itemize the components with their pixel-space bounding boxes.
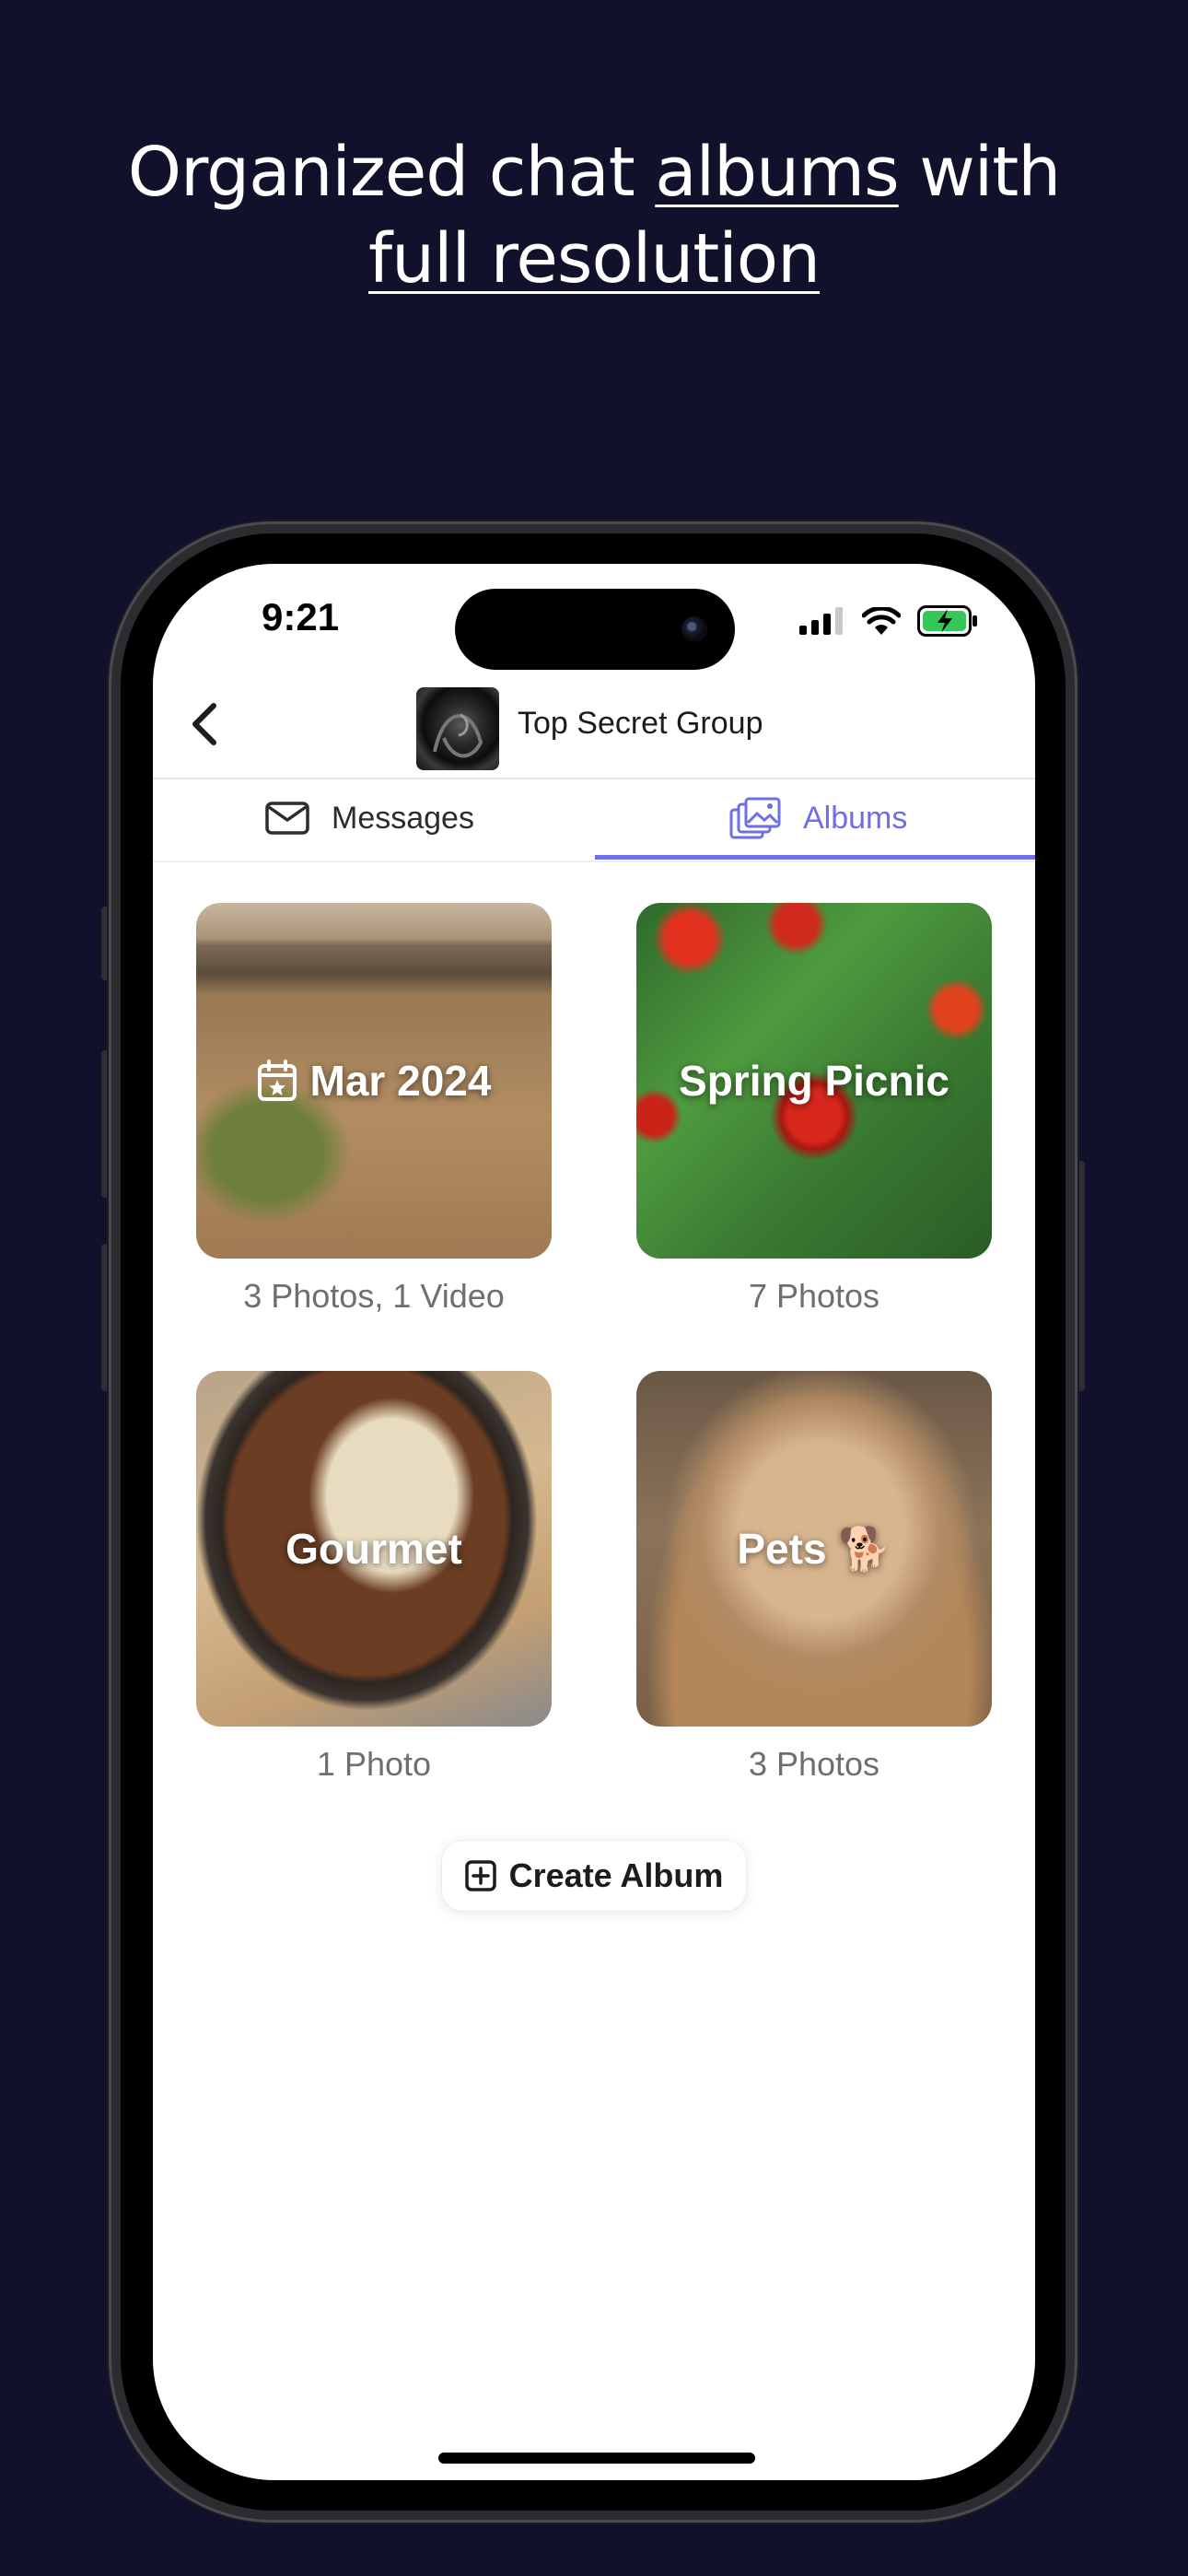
album-title: Spring Picnic: [679, 1057, 949, 1105]
photo-stack-icon: [729, 797, 781, 839]
status-time: 9:21: [262, 595, 340, 638]
group-title[interactable]: Top Secret Group: [518, 706, 763, 742]
headline-text-1: Organized chat: [127, 133, 656, 212]
marketing-headline: Organized chat albums with full resoluti…: [0, 129, 1188, 302]
wifi-icon: [862, 607, 901, 635]
phone-screen: 9:21 Top Secret Group Messages Albums Ma…: [153, 564, 1035, 2480]
album-title: Mar 2024: [309, 1057, 492, 1105]
create-album-label: Create Album: [508, 1856, 724, 1894]
album-count: 1 Photo: [316, 1745, 432, 1783]
dynamic-island: [455, 589, 735, 670]
album-thumbnail[interactable]: Spring Picnic: [636, 903, 992, 1259]
album-thumbnail[interactable]: Pets 🐕: [636, 1371, 992, 1727]
album-count: 3 Photos, 1 Video: [243, 1277, 505, 1315]
album-card[interactable]: Spring Picnic 7 Photos: [636, 903, 992, 1316]
headline-underlined-full-resolution: full resolution: [368, 219, 821, 299]
tab-messages-label: Messages: [332, 800, 474, 836]
avatar-art-icon: [433, 713, 483, 758]
home-indicator[interactable]: [438, 2453, 755, 2464]
headline-text-2: with: [898, 133, 1061, 212]
tab-albums[interactable]: Albums: [729, 779, 907, 857]
front-camera-icon: [681, 616, 707, 642]
headline-underlined-albums: albums: [655, 133, 899, 212]
album-card[interactable]: Gourmet 1 Photo: [196, 1371, 552, 1784]
album-count: 7 Photos: [748, 1277, 880, 1315]
status-icons: [799, 604, 978, 638]
tab-albums-label: Albums: [803, 800, 908, 836]
album-thumbnail[interactable]: Mar 2024: [196, 903, 552, 1259]
calendar-star-icon: [257, 1060, 297, 1101]
chevron-left-icon[interactable]: [182, 700, 230, 748]
album-title: Gourmet: [285, 1525, 462, 1573]
battery-charging-icon: [917, 605, 977, 637]
create-album-button[interactable]: Create Album: [442, 1841, 746, 1911]
album-card[interactable]: Mar 2024 3 Photos, 1 Video: [196, 903, 552, 1316]
album-title: Pets 🐕: [737, 1524, 891, 1573]
album-thumbnail[interactable]: Gourmet: [196, 1371, 552, 1727]
envelope-icon: [265, 802, 309, 835]
group-avatar[interactable]: [416, 687, 499, 770]
tab-messages[interactable]: Messages: [265, 779, 474, 857]
tab-bar: Messages Albums: [153, 779, 1035, 862]
album-card[interactable]: Pets 🐕 3 Photos: [636, 1371, 992, 1784]
signal-icon: [799, 607, 843, 635]
album-count: 3 Photos: [748, 1745, 880, 1783]
tab-selected-indicator: [595, 855, 1035, 860]
chat-header: Top Secret Group: [153, 671, 1035, 779]
plus-square-icon: [464, 1860, 496, 1891]
